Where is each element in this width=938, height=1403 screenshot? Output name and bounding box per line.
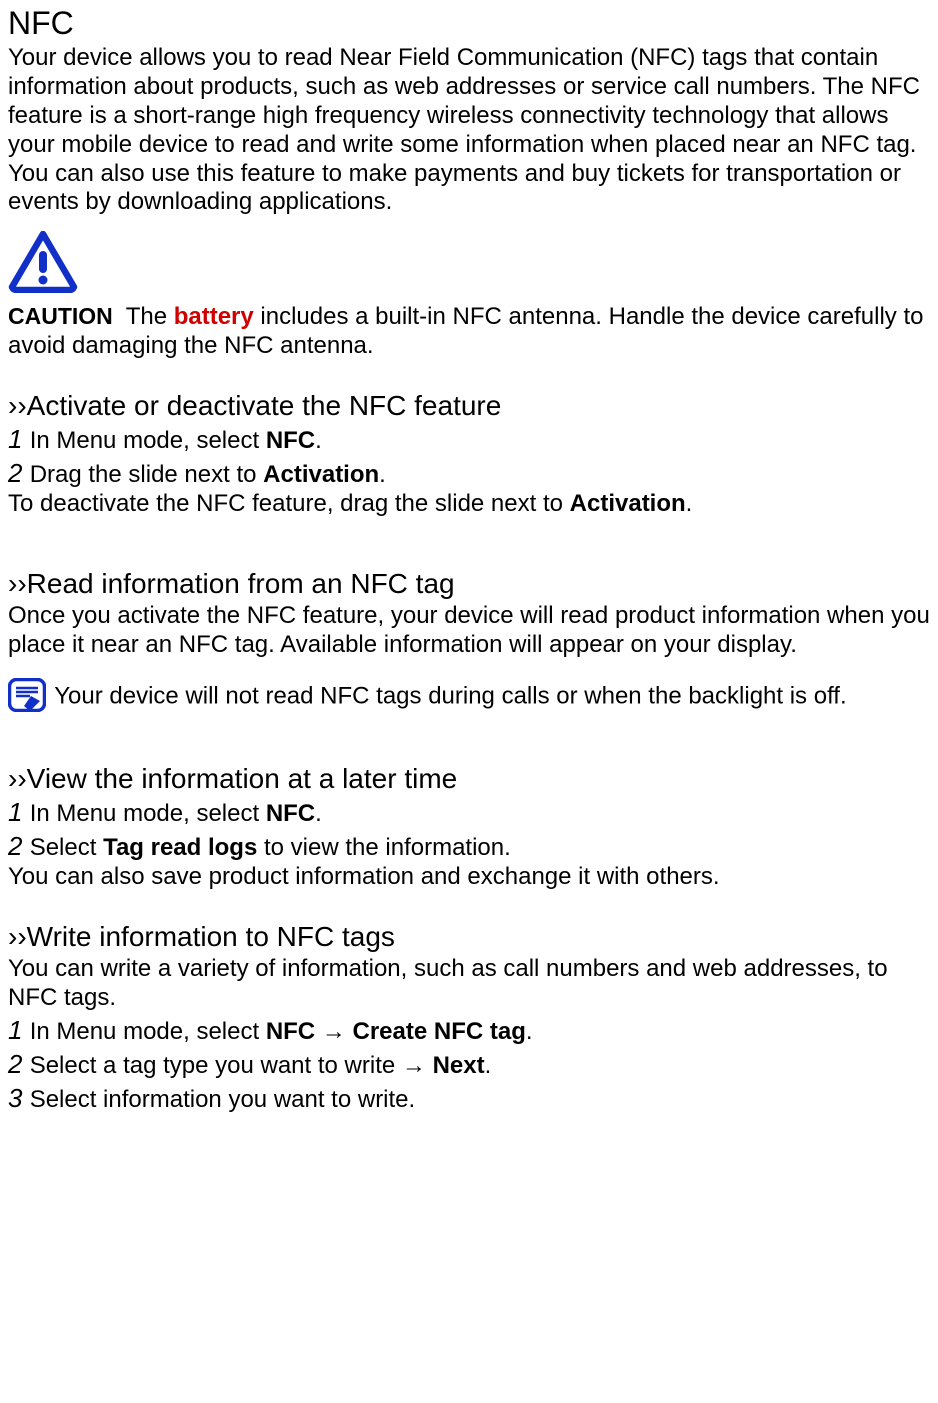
subhead-write: ››Write information to NFC tags (8, 920, 930, 954)
note-icon (8, 678, 46, 712)
sect1-deactivate: To deactivate the NFC feature, drag the … (8, 490, 930, 519)
sect4-step3: 3 Select information you want to write. (8, 1083, 930, 1115)
sect4-body: You can write a variety of information, … (8, 955, 930, 1013)
subhead-read: ››Read information from an NFC tag (8, 567, 930, 601)
subhead-view: ››View the information at a later time (8, 762, 930, 796)
sect2-note: Your device will not read NFC tags durin… (8, 680, 930, 714)
sect4-step2: 2 Select a tag type you want to write → … (8, 1049, 930, 1081)
sect1-step1: 1 In Menu mode, select NFC. (8, 424, 930, 456)
sect3-step2: 2 Select Tag read logs to view the infor… (8, 831, 930, 863)
subhead-activate: ››Activate or deactivate the NFC feature (8, 389, 930, 423)
page-title: NFC (8, 4, 930, 42)
caution-text: CAUTION The battery includes a built-in … (8, 303, 930, 361)
sect2-body: Once you activate the NFC feature, your … (8, 602, 930, 660)
sect4-step1: 1 In Menu mode, select NFC → Create NFC … (8, 1015, 930, 1047)
sect1-step2: 2 Drag the slide next to Activation. (8, 458, 930, 490)
caution-label: CAUTION (8, 303, 113, 329)
caution-icon (8, 217, 930, 303)
battery-word: battery (174, 303, 254, 330)
sect3-step1: 1 In Menu mode, select NFC. (8, 797, 930, 829)
sect3-extra: You can also save product information an… (8, 863, 930, 892)
intro-paragraph: Your device allows you to read Near Fiel… (8, 44, 930, 217)
